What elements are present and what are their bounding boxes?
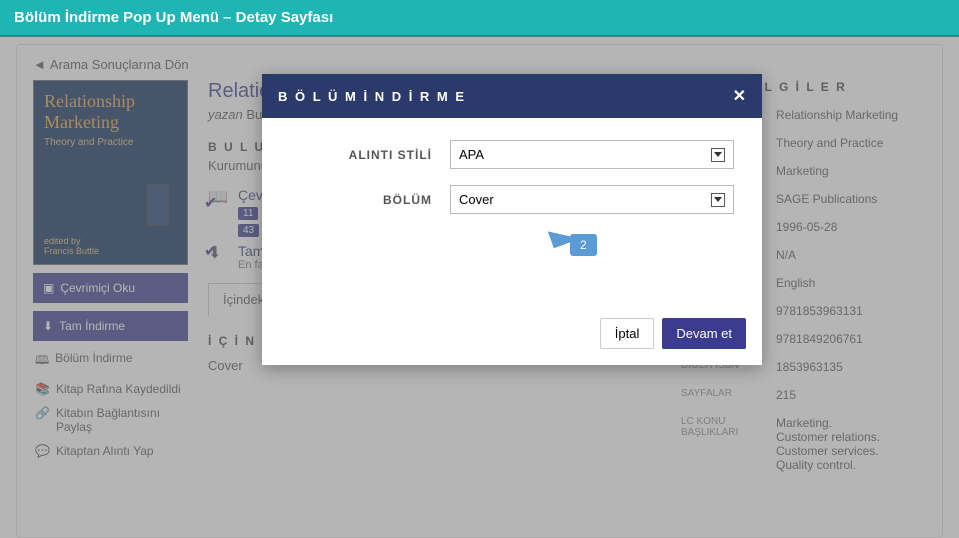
page-header: Bölüm İndirme Pop Up Menü – Detay Sayfas…	[0, 0, 959, 37]
chapter-value: Cover	[459, 192, 494, 207]
modal-title: B Ö L Ü M İ N D İ R M E	[278, 89, 466, 104]
citation-style-value: APA	[459, 147, 484, 162]
continue-button[interactable]: Devam et	[662, 318, 746, 349]
cancel-button[interactable]: İptal	[600, 318, 655, 349]
chevron-down-icon	[711, 193, 725, 207]
modal-footer: İptal Devam et	[262, 318, 762, 365]
citation-style-label: ALINTI STİLİ	[290, 148, 450, 162]
close-icon[interactable]: ✕	[733, 86, 746, 106]
annotation-callout: 2	[570, 234, 597, 256]
chapter-select[interactable]: Cover	[450, 185, 734, 214]
modal-header: B Ö L Ü M İ N D İ R M E ✕	[262, 74, 762, 118]
chapter-download-modal: B Ö L Ü M İ N D İ R M E ✕ ALINTI STİLİ A…	[262, 74, 762, 365]
chapter-label: BÖLÜM	[290, 193, 450, 207]
modal-body: ALINTI STİLİ APA BÖLÜM Cover	[262, 118, 762, 318]
page-title: Bölüm İndirme Pop Up Menü – Detay Sayfas…	[14, 9, 333, 26]
annotation-number: 2	[570, 234, 597, 256]
chevron-down-icon	[711, 148, 725, 162]
citation-style-select[interactable]: APA	[450, 140, 734, 169]
